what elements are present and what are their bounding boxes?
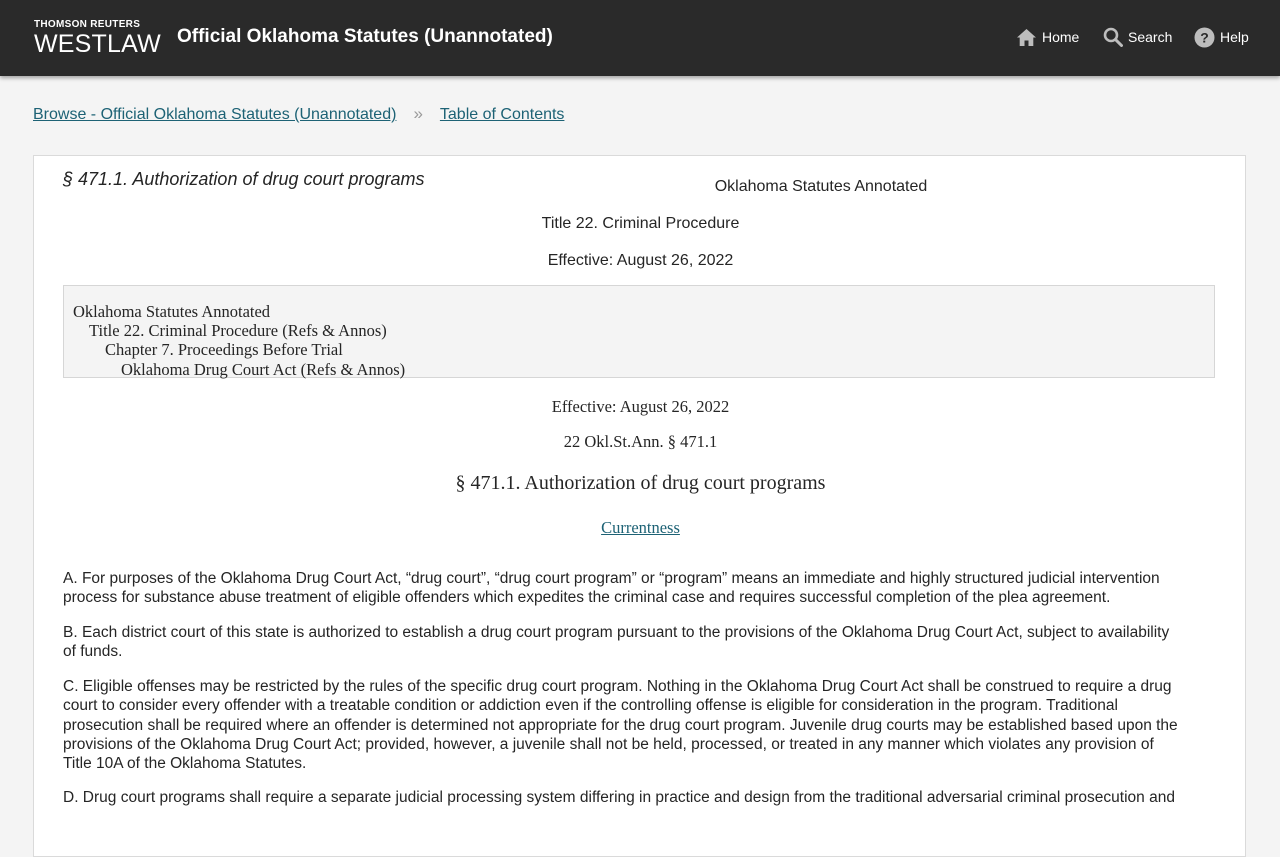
svg-text:?: ? [1200,29,1209,45]
document-panel: § 471.1. Authorization of drug court pro… [33,155,1246,857]
paragraph-a-line: process for substance abuse treatment of… [63,589,1111,607]
home-icon [1017,28,1036,46]
top-navigation-bar: THOMSON REUTERS WESTLAW Official Oklahom… [0,0,1280,76]
search-icon [1103,27,1123,47]
paragraph-b-line: B. Each district court of this state is … [63,624,1170,641]
help-icon: ? [1194,27,1215,47]
breadcrumb: Browse - Official Oklahoma Statutes (Una… [33,104,564,125]
paragraph-a-line: A. For purposes of the Oklahoma Drug Cou… [63,570,1160,587]
breadcrumb-toc-link[interactable]: Table of Contents [440,106,565,123]
brand-company: THOMSON REUTERS [34,19,141,30]
paragraph-c-line: court to consider every offender with a … [63,697,1118,715]
citation: 22 Okl.St.Ann. § 471.1 [563,432,718,451]
brand-name: WESTLAW [34,30,161,58]
effective-date-top: Effective: August 26, 2022 [547,252,734,269]
hierarchy-level-3: Chapter 7. Proceedings Before Trial [105,340,343,360]
help-link[interactable]: ? Help [1194,24,1249,50]
paragraph-c-line: C. Eligible offenses may be restricted b… [63,678,1172,695]
search-label: Search [1128,29,1173,45]
search-link[interactable]: Search [1103,24,1172,50]
hierarchy-level-4: Oklahoma Drug Court Act (Refs & Annos) [121,359,406,379]
source-name: Oklahoma Statutes Annotated [714,178,928,195]
paragraph-c-line: prosecution shall be required where an o… [63,716,1178,734]
breadcrumb-browse-link[interactable]: Browse - Official Oklahoma Statutes (Una… [33,106,396,123]
currentness-row: Currentness [34,518,1247,538]
page-title: Official Oklahoma Statutes (Unannotated) [177,26,553,47]
breadcrumb-separator: » [413,104,423,123]
paragraph-d-line: D. Drug court programs shall require a s… [63,789,1175,806]
currentness-link[interactable]: Currentness [601,518,680,537]
paragraph-c: C. Eligible offenses may be restricted b… [63,677,1218,773]
title-line: Title 22. Criminal Procedure [541,215,740,232]
effective-date: Effective: August 26, 2022 [551,397,730,416]
paragraph-d: D. Drug court programs shall require a s… [63,788,1218,807]
home-link[interactable]: Home [1016,24,1079,50]
home-label: Home [1042,29,1080,45]
document-heading: § 471.1. Authorization of drug court pro… [63,169,425,189]
paragraph-c-line: provisions of the Oklahoma Drug Court Ac… [63,735,1154,753]
hierarchy-level-2: Title 22. Criminal Procedure (Refs & Ann… [89,321,387,341]
help-label: Help [1220,29,1249,45]
section-title: § 471.1. Authorization of drug court pro… [455,472,826,494]
paragraph-b-line: of funds. [63,643,123,661]
paragraph-b: B. Each district court of this state is … [63,623,1218,662]
hierarchy-box: Oklahoma Statutes Annotated Title 22. Cr… [63,285,1215,379]
paragraph-c-line: Title 10A of the Oklahoma Statutes. [63,755,307,773]
hierarchy-level-1: Oklahoma Statutes Annotated [73,302,271,321]
paragraph-a: A. For purposes of the Oklahoma Drug Cou… [63,569,1218,608]
westlaw-logo[interactable]: THOMSON REUTERS WESTLAW [34,19,161,58]
